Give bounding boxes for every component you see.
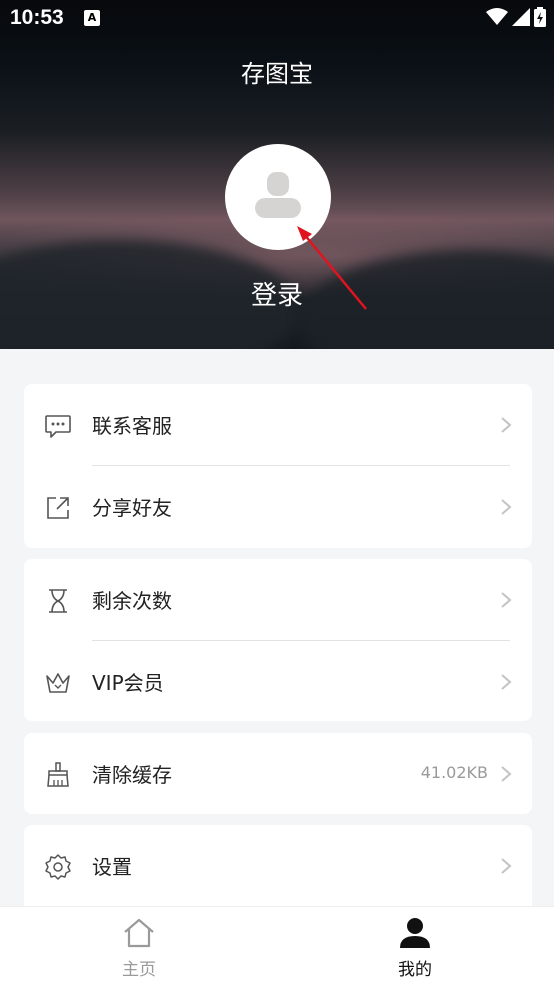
menu-card-4: 设置	[24, 825, 532, 915]
share-icon	[47, 497, 69, 519]
cache-size-value: 41.02KB	[420, 763, 488, 782]
chevron-right-icon	[501, 766, 512, 782]
menu-item-label: 联系客服	[92, 414, 172, 438]
menu-item-label: VIP会员	[92, 671, 164, 695]
menu-item-label: 设置	[92, 855, 132, 879]
menu-item-label: 分享好友	[92, 496, 172, 520]
menu-item-remaining-count[interactable]: 剩余次数	[24, 559, 532, 641]
menu-item-vip[interactable]: VIP会员	[24, 641, 532, 723]
home-icon	[124, 918, 154, 948]
chevron-right-icon	[501, 417, 512, 433]
menu-card-1: 联系客服 分享好友	[24, 384, 532, 548]
menu-item-settings[interactable]: 设置	[24, 825, 532, 907]
tab-label: 我的	[398, 960, 432, 980]
menu-card-2: 剩余次数 VIP会员	[24, 559, 532, 721]
chevron-right-icon	[501, 674, 512, 690]
menu-item-share[interactable]: 分享好友	[24, 466, 532, 548]
gear-icon	[45, 854, 71, 880]
chevron-right-icon	[501, 858, 512, 874]
tab-home[interactable]: 主页	[79, 917, 199, 980]
annotation-arrow	[297, 226, 367, 310]
chat-bubble-icon	[45, 415, 71, 438]
person-icon	[400, 918, 430, 948]
chevron-right-icon	[501, 592, 512, 608]
menu-card-3: 清除缓存 41.02KB	[24, 733, 532, 814]
menu-item-clear-cache[interactable]: 清除缓存 41.02KB	[24, 733, 532, 814]
menu-item-label: 清除缓存	[92, 763, 172, 787]
crown-icon	[46, 673, 70, 693]
tab-mine[interactable]: 我的	[355, 917, 475, 980]
hourglass-icon	[49, 589, 67, 613]
broom-icon	[47, 762, 69, 787]
tab-label: 主页	[122, 960, 156, 980]
chevron-right-icon	[501, 499, 512, 515]
bottom-tab-bar: 主页 我的	[0, 906, 554, 985]
menu-item-label: 剩余次数	[92, 589, 172, 613]
menu-item-customer-service[interactable]: 联系客服	[24, 384, 532, 466]
